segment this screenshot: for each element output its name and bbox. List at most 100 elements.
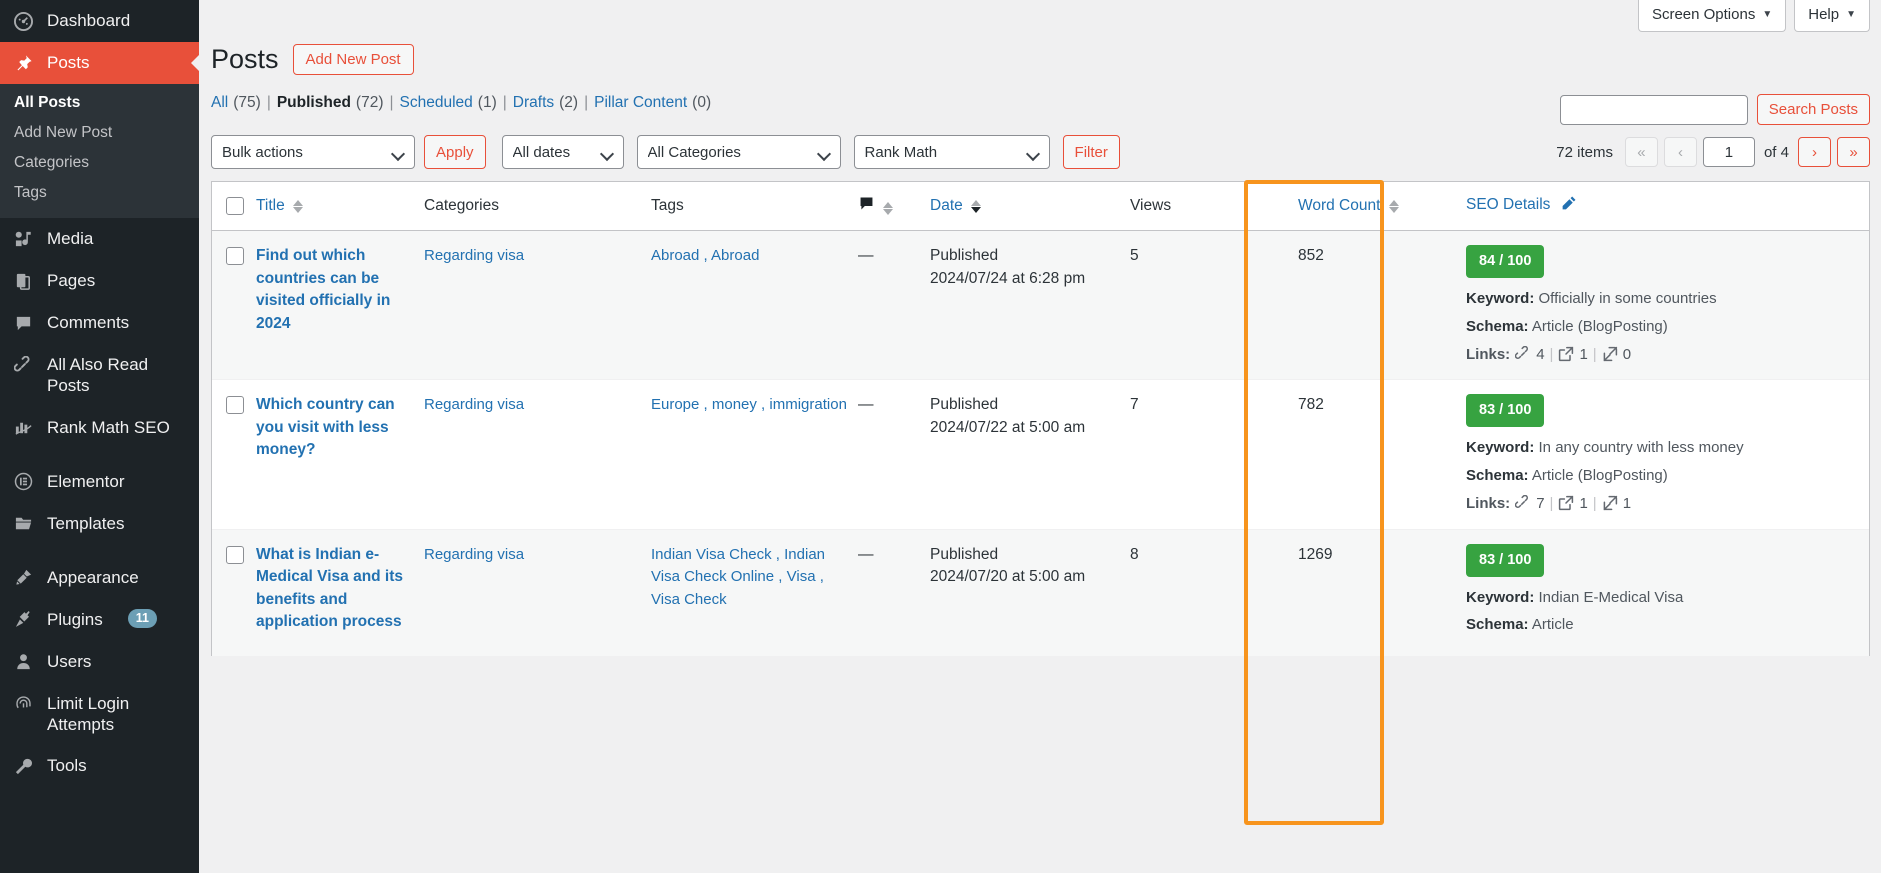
sidebar-item-label: Appearance bbox=[47, 567, 139, 587]
column-header-title[interactable]: Title bbox=[256, 182, 424, 232]
status-separator: | bbox=[266, 94, 271, 112]
sidebar-item-plugins[interactable]: Plugins 11 bbox=[0, 599, 199, 641]
user-icon bbox=[12, 651, 35, 673]
submenu-item-tags[interactable]: Tags bbox=[0, 178, 199, 208]
chevron-down-icon: ▼ bbox=[1846, 9, 1856, 20]
sidebar-item-label: Comments bbox=[47, 313, 130, 332]
tag-links[interactable]: Europe , money , immigration bbox=[651, 396, 847, 413]
schema-value: Article (BlogPosting) bbox=[1531, 317, 1668, 335]
apply-button[interactable]: Apply bbox=[424, 135, 486, 170]
column-header-title-label[interactable]: Title bbox=[256, 197, 285, 214]
row-select-cell bbox=[212, 528, 256, 657]
column-header-date[interactable]: Date bbox=[930, 182, 1130, 232]
row-checkbox[interactable] bbox=[226, 247, 244, 265]
help-button[interactable]: Help ▼ bbox=[1794, 0, 1870, 32]
sidebar-item-media[interactable]: Media bbox=[0, 218, 199, 260]
select-all-checkbox[interactable] bbox=[226, 197, 244, 216]
row-word-count-cell: 1269 bbox=[1298, 528, 1466, 657]
row-views-cell: 5 bbox=[1130, 230, 1298, 380]
chevron-down-icon: ▼ bbox=[1762, 9, 1773, 20]
internal-links-count: 7 bbox=[1536, 494, 1545, 512]
submenu-item-add-new-post[interactable]: Add New Post bbox=[0, 118, 199, 148]
post-title-link[interactable]: Which country can you visit with less mo… bbox=[256, 396, 395, 458]
column-header-comments[interactable] bbox=[858, 182, 930, 232]
status-link-scheduled[interactable]: Scheduled bbox=[400, 94, 473, 112]
sidebar-item-all-also-read-posts[interactable]: All Also Read Posts bbox=[0, 344, 199, 407]
last-page-button[interactable]: » bbox=[1837, 137, 1870, 168]
sidebar-item-label: Elementor bbox=[47, 471, 125, 491]
sidebar-item-label: Media bbox=[47, 229, 94, 248]
incoming-link-icon bbox=[1602, 344, 1618, 366]
category-link[interactable]: Regarding visa bbox=[424, 247, 524, 264]
sidebar-item-elementor[interactable]: Elementor bbox=[0, 461, 199, 503]
status-link-pillar-content[interactable]: Pillar Content bbox=[594, 94, 687, 112]
row-checkbox[interactable] bbox=[226, 396, 244, 415]
edit-pencil-icon[interactable] bbox=[1560, 196, 1577, 216]
row-word-count-cell: 852 bbox=[1298, 230, 1466, 380]
category-filter-select[interactable]: All Categories bbox=[636, 135, 841, 170]
tag-links[interactable]: Abroad , Abroad bbox=[651, 247, 759, 264]
sidebar-item-dashboard[interactable]: Dashboard bbox=[0, 0, 199, 42]
sidebar-item-pages[interactable]: Pages bbox=[0, 260, 199, 302]
rank-math-filter-select[interactable]: Rank Math bbox=[853, 135, 1050, 170]
keyword-label: Keyword: bbox=[1466, 588, 1535, 606]
sidebar-item-tools[interactable]: Tools bbox=[0, 745, 199, 787]
row-seo-details-cell: 83 / 100 Keyword: Indian E-Medical Visa … bbox=[1466, 528, 1869, 657]
sidebar-separator-1 bbox=[0, 449, 199, 461]
schema-label: Schema: bbox=[1466, 616, 1529, 634]
next-page-button[interactable]: › bbox=[1798, 137, 1831, 168]
seo-schema-line: Schema: Article (BlogPosting) bbox=[1466, 316, 1859, 338]
screen-meta-tabs: Screen Options ▼ Help ▼ bbox=[199, 0, 1881, 34]
sidebar-item-rank-math-seo[interactable]: Rank Math SEO bbox=[0, 407, 199, 449]
column-header-word-count-label[interactable]: Word Count bbox=[1298, 197, 1380, 214]
category-link[interactable]: Regarding visa bbox=[424, 546, 524, 563]
sidebar-item-comments[interactable]: Comments bbox=[0, 302, 199, 344]
main-content: Screen Options ▼ Help ▼ Posts Add New Po… bbox=[199, 0, 1881, 873]
column-header-seo-details[interactable]: SEO Details bbox=[1466, 182, 1869, 232]
sidebar-item-appearance[interactable]: Appearance bbox=[0, 557, 199, 599]
sidebar-item-posts[interactable]: Posts bbox=[0, 42, 199, 84]
search-posts-button[interactable]: Search Posts bbox=[1756, 94, 1870, 125]
current-page-input[interactable] bbox=[1702, 137, 1755, 168]
table-navigation-top: Bulk actions Apply All dates All Categor… bbox=[211, 135, 1870, 170]
sidebar-item-label: Posts bbox=[47, 53, 90, 72]
rank-math-filter-wrap: Rank Math bbox=[853, 135, 1050, 170]
sort-arrows-icon[interactable] bbox=[883, 201, 894, 215]
bulk-actions-wrap: Bulk actions bbox=[211, 135, 415, 170]
sidebar-item-label: Pages bbox=[47, 271, 96, 290]
date-filter-select[interactable]: All dates bbox=[501, 135, 624, 170]
column-header-seo-details-label[interactable]: SEO Details bbox=[1466, 196, 1550, 213]
sort-arrows-icon[interactable] bbox=[293, 199, 304, 213]
bulk-actions-select[interactable]: Bulk actions bbox=[211, 135, 415, 170]
category-link[interactable]: Regarding visa bbox=[424, 396, 524, 413]
column-header-date-label[interactable]: Date bbox=[930, 197, 963, 214]
submenu-item-all-posts[interactable]: All Posts bbox=[0, 88, 199, 118]
sort-arrows-icon[interactable] bbox=[1388, 199, 1399, 213]
column-header-word-count[interactable]: Word Count bbox=[1298, 182, 1466, 232]
links-label: Links: bbox=[1466, 345, 1511, 363]
seo-keyword-line: Keyword: Officially in some countries bbox=[1466, 288, 1859, 310]
status-link-published[interactable]: Published bbox=[277, 94, 351, 112]
sidebar-item-templates[interactable]: Templates bbox=[0, 503, 199, 545]
sort-arrows-icon[interactable] bbox=[971, 199, 982, 213]
seo-schema-line: Schema: Article bbox=[1466, 614, 1859, 636]
filter-button[interactable]: Filter bbox=[1062, 135, 1120, 170]
sidebar-item-limit-login-attempts[interactable]: Limit Login Attempts bbox=[0, 683, 199, 746]
prev-page-button[interactable]: ‹ bbox=[1663, 137, 1697, 168]
first-page-button[interactable]: « bbox=[1624, 137, 1658, 168]
status-link-drafts[interactable]: Drafts bbox=[513, 94, 554, 112]
status-link-all[interactable]: All bbox=[211, 94, 228, 112]
tag-links[interactable]: Indian Visa Check , Indian Visa Check On… bbox=[651, 546, 825, 608]
row-checkbox[interactable] bbox=[226, 545, 244, 564]
post-title-link[interactable]: Find out which countries can be visited … bbox=[256, 247, 390, 331]
fingerprint-icon bbox=[12, 693, 35, 715]
post-title-link[interactable]: What is Indian e-Medical Visa and its be… bbox=[256, 546, 403, 630]
keyword-label: Keyword: bbox=[1466, 290, 1535, 308]
sidebar-item-users[interactable]: Users bbox=[0, 641, 199, 683]
screen-options-button[interactable]: Screen Options ▼ bbox=[1637, 0, 1787, 32]
search-input[interactable] bbox=[1559, 94, 1748, 125]
table-header-row: Title Categories Tags Date Views Word Co… bbox=[212, 182, 1869, 232]
add-new-post-button[interactable]: Add New Post bbox=[292, 44, 414, 76]
submenu-item-categories[interactable]: Categories bbox=[0, 148, 199, 178]
comments-icon bbox=[858, 197, 879, 216]
